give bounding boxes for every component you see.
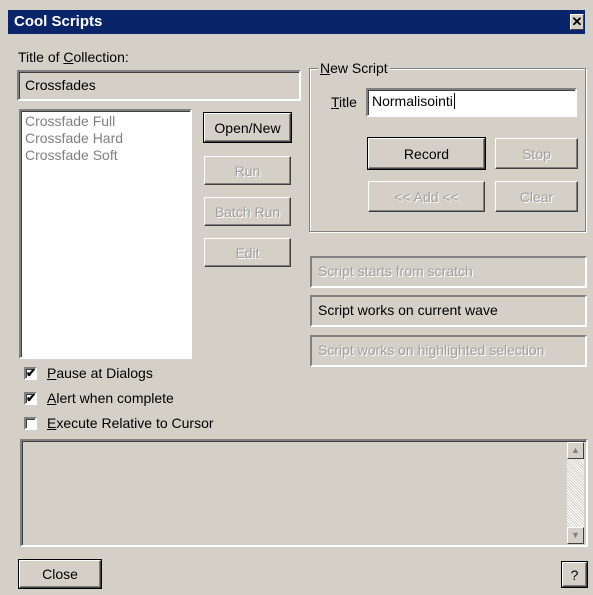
- execute-label[interactable]: Execute Relative to Cursor: [47, 415, 214, 431]
- check-icon: ✔: [26, 391, 37, 405]
- option-current-wave[interactable]: Script works on current wave: [310, 295, 587, 327]
- help-button[interactable]: ?: [562, 562, 587, 587]
- script-list[interactable]: Crossfade Full Crossfade Hard Crossfade …: [19, 109, 192, 359]
- scroll-down-icon[interactable]: ▼: [567, 527, 584, 544]
- list-item[interactable]: Crossfade Full: [25, 113, 186, 130]
- new-script-legend: New Script: [318, 60, 390, 76]
- list-item[interactable]: Crossfade Soft: [25, 147, 186, 164]
- script-title-value: Normalisointi: [372, 93, 453, 109]
- stop-button[interactable]: Stop: [495, 138, 578, 169]
- execute-checkbox[interactable]: [24, 417, 37, 430]
- option-highlighted-selection[interactable]: Script works on highlighted selection: [310, 335, 587, 367]
- title-label: Title: [331, 94, 357, 110]
- list-item[interactable]: Crossfade Hard: [25, 130, 186, 147]
- pause-label[interactable]: Pause at Dialogs: [47, 365, 153, 381]
- description-memo[interactable]: [20, 439, 588, 547]
- run-button[interactable]: Run: [204, 156, 291, 185]
- text-cursor: [453, 93, 455, 109]
- collection-title-value: Crossfades: [25, 77, 96, 93]
- window-title: Cool Scripts: [14, 13, 103, 30]
- open-new-button[interactable]: Open/New: [204, 113, 291, 142]
- clear-button[interactable]: Clear: [495, 181, 578, 212]
- alert-label[interactable]: Alert when complete: [47, 390, 174, 406]
- pause-checkbox[interactable]: ✔: [24, 367, 37, 380]
- collection-title-field[interactable]: Crossfades: [17, 70, 301, 101]
- add-button[interactable]: << Add <<: [368, 181, 485, 212]
- check-icon: ✔: [26, 366, 37, 380]
- batch-run-button[interactable]: Batch Run: [204, 197, 291, 226]
- alert-checkbox[interactable]: ✔: [24, 392, 37, 405]
- close-button[interactable]: Close: [19, 560, 101, 588]
- collection-label: Title of Collection:: [18, 49, 129, 65]
- option-starts-from-scratch[interactable]: Script starts from scratch: [310, 256, 587, 288]
- edit-button[interactable]: Edit: [204, 238, 291, 267]
- close-icon[interactable]: ✕: [570, 14, 584, 30]
- scroll-up-icon[interactable]: ▲: [567, 442, 584, 459]
- script-title-input[interactable]: Normalisointi: [366, 88, 577, 117]
- record-button[interactable]: Record: [368, 138, 485, 169]
